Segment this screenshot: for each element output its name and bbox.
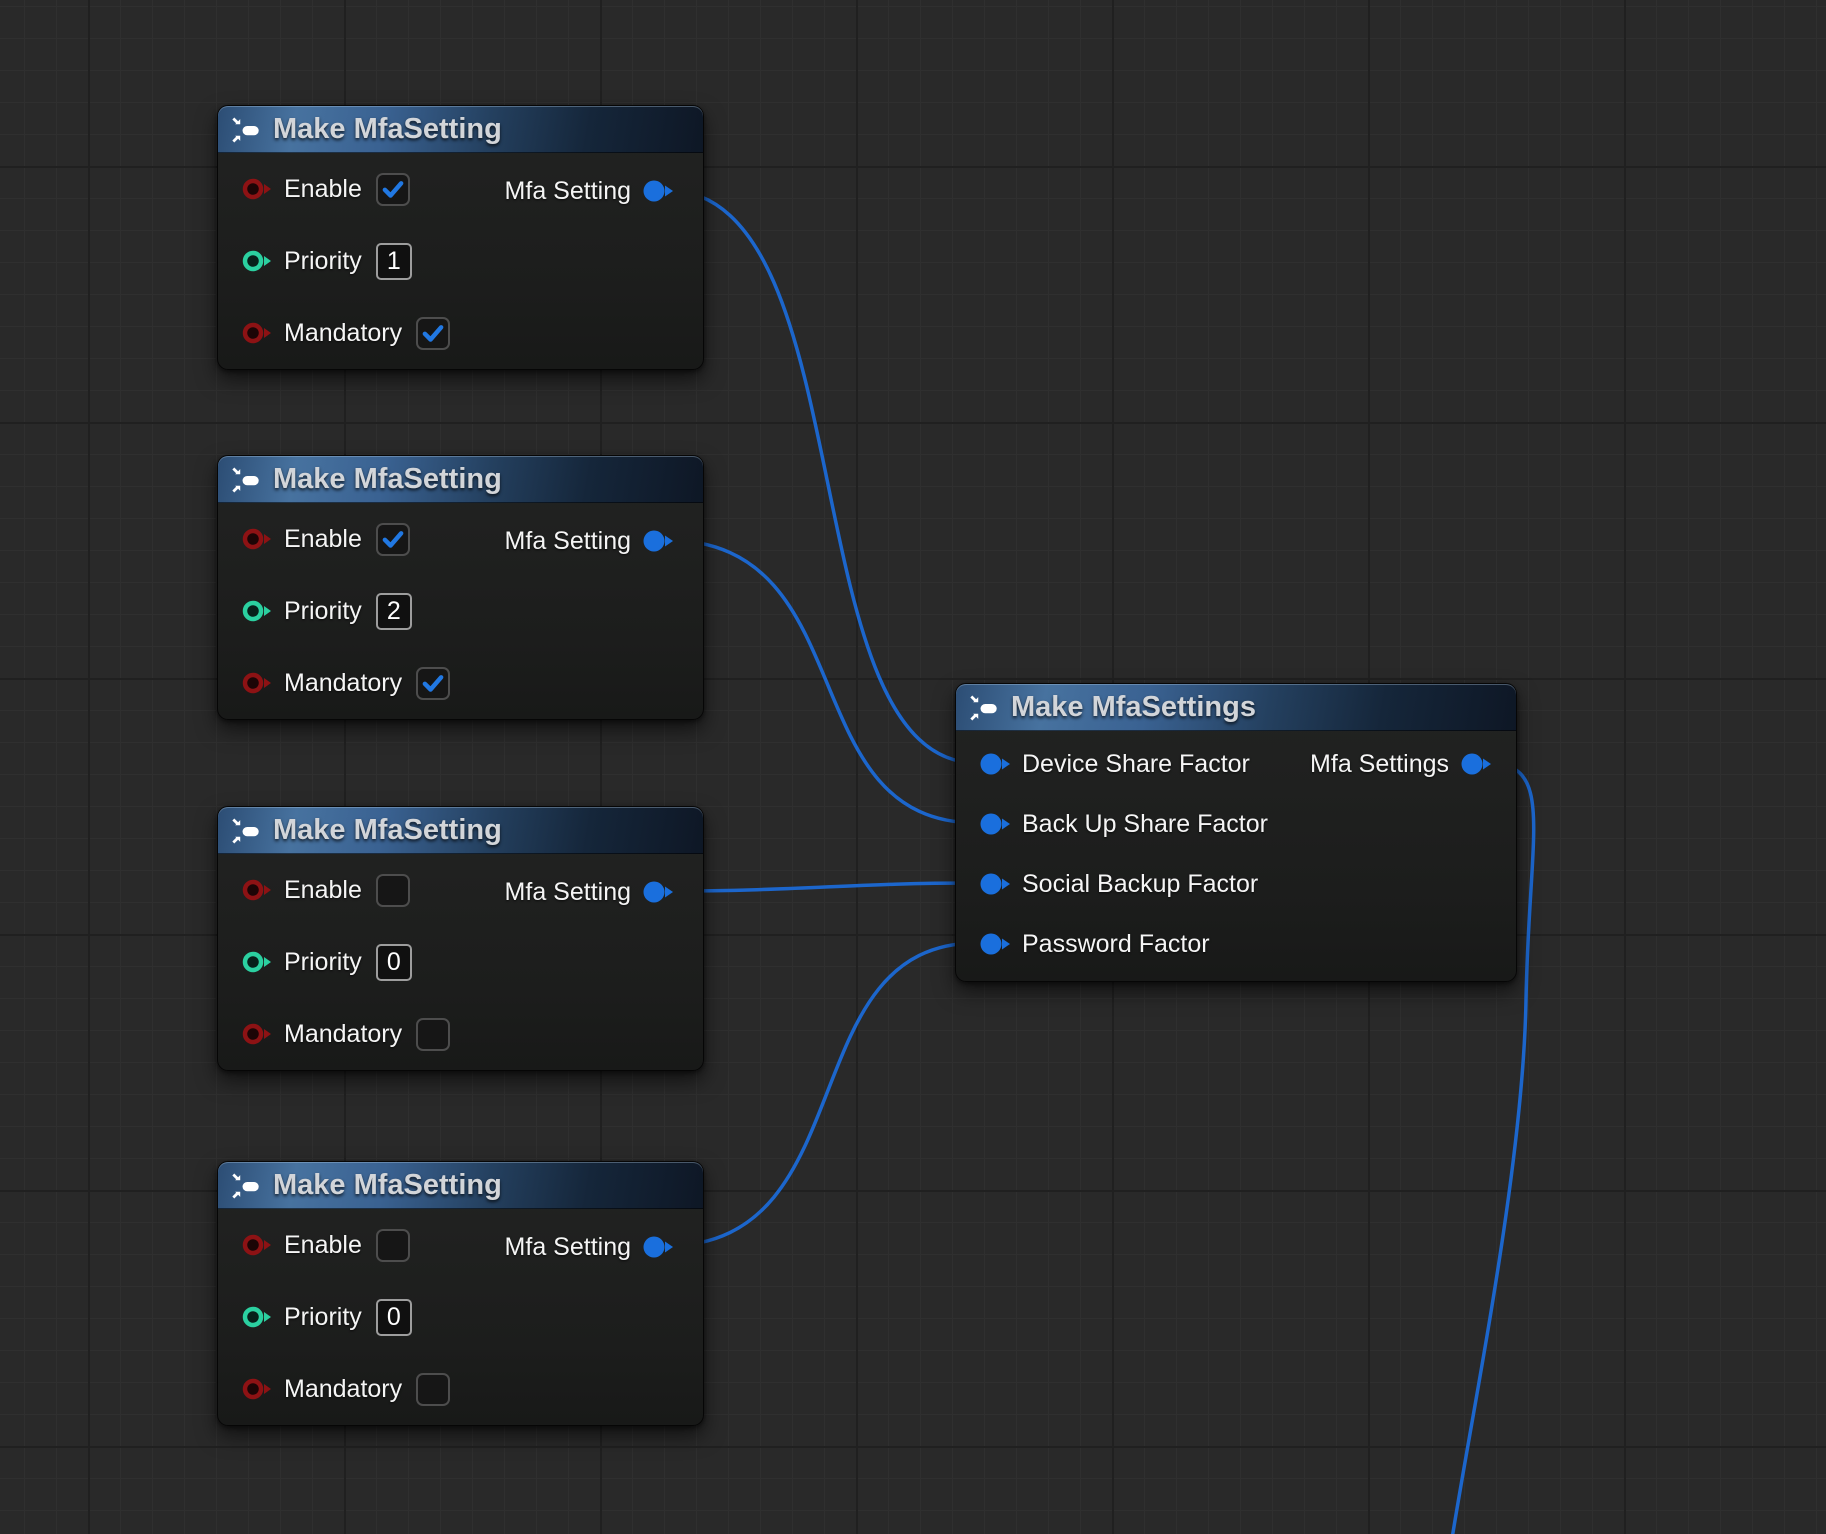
priority-value-input[interactable]: 0 <box>376 944 412 981</box>
bool-pin-icon[interactable] <box>242 1023 274 1045</box>
pin-label: Priority <box>284 1303 362 1332</box>
pin-row-mandatory: Mandatory <box>218 297 703 369</box>
pin-label: Enable <box>284 1231 362 1260</box>
node-title: Make MfaSetting <box>273 814 502 847</box>
bool-pin-icon[interactable] <box>242 178 274 200</box>
node-title: Make MfaSetting <box>273 1169 502 1202</box>
wire-mfasetting2-to-backup-share-factor[interactable] <box>666 540 977 823</box>
int-pin-icon[interactable] <box>242 951 274 973</box>
enable-checkbox[interactable] <box>376 523 410 556</box>
pin-row-social-backup-factor: Social Backup Factor <box>956 854 1516 914</box>
pin-row-priority: Priority 1 <box>218 225 703 297</box>
struct-pin-icon-connected[interactable] <box>643 881 675 903</box>
bool-pin-icon[interactable] <box>242 672 274 694</box>
pin-label: Priority <box>284 597 362 626</box>
priority-value-input[interactable]: 0 <box>376 1299 412 1336</box>
pin-label: Mandatory <box>284 669 402 698</box>
pin-row-mfa-settings-out: Mfa Settings <box>1310 734 1516 794</box>
node-header[interactable]: Make MfaSetting <box>218 1162 703 1209</box>
make-struct-icon <box>231 816 261 846</box>
pin-label: Mandatory <box>284 1375 402 1404</box>
struct-pin-icon-connected[interactable] <box>643 530 675 552</box>
enable-checkbox[interactable] <box>376 173 410 206</box>
pin-row-mfa-setting-out: Mfa Setting <box>505 155 703 227</box>
pin-label: Mfa Settings <box>1310 750 1449 779</box>
node-make-mfa-settings[interactable]: Make MfaSettings Device Share Factor Bac… <box>955 683 1517 982</box>
pin-row-back-up-share-factor: Back Up Share Factor <box>956 794 1516 854</box>
node-make-mfa-setting-3[interactable]: Make MfaSetting Enable Priority 0 <box>217 806 704 1071</box>
struct-pin-icon-connected[interactable] <box>643 1236 675 1258</box>
bool-pin-icon[interactable] <box>242 879 274 901</box>
pin-row-priority: Priority 0 <box>218 926 703 998</box>
wire-mfasetting4-to-password-factor[interactable] <box>666 943 977 1246</box>
node-make-mfa-setting-4[interactable]: Make MfaSetting Enable Priority 0 <box>217 1161 704 1426</box>
struct-pin-icon-connected[interactable] <box>1461 753 1493 775</box>
node-title: Make MfaSetting <box>273 463 502 496</box>
pin-label: Enable <box>284 175 362 204</box>
pin-row-priority: Priority 0 <box>218 1281 703 1353</box>
check-icon <box>380 526 406 552</box>
enable-checkbox[interactable] <box>376 1229 410 1262</box>
pin-row-mandatory: Mandatory <box>218 647 703 719</box>
pin-label: Mandatory <box>284 1020 402 1049</box>
mandatory-checkbox[interactable] <box>416 317 450 350</box>
pin-row-mfa-setting-out: Mfa Setting <box>505 505 703 577</box>
check-icon <box>420 670 446 696</box>
pin-label: Password Factor <box>1022 930 1210 959</box>
pin-label: Mandatory <box>284 319 402 348</box>
struct-pin-icon-connected[interactable] <box>980 873 1012 895</box>
pin-label: Priority <box>284 247 362 276</box>
pin-row-priority: Priority 2 <box>218 575 703 647</box>
wire-mfasetting1-to-device-share-factor[interactable] <box>666 190 977 763</box>
make-struct-icon <box>231 1171 261 1201</box>
struct-pin-icon-connected[interactable] <box>643 180 675 202</box>
wire-mfasetting3-to-social-backup-factor[interactable] <box>666 883 977 891</box>
struct-pin-icon-connected[interactable] <box>980 753 1012 775</box>
bool-pin-icon[interactable] <box>242 1378 274 1400</box>
bool-pin-icon[interactable] <box>242 528 274 550</box>
make-struct-icon <box>231 465 261 495</box>
pin-label: Priority <box>284 948 362 977</box>
pin-row-mandatory: Mandatory <box>218 1353 703 1425</box>
node-header[interactable]: Make MfaSetting <box>218 807 703 854</box>
node-make-mfa-setting-1[interactable]: Make MfaSetting Enable Priority 1 <box>217 105 704 370</box>
mandatory-checkbox[interactable] <box>416 1018 450 1051</box>
node-header[interactable]: Make MfaSettings <box>956 684 1516 731</box>
pin-label: Enable <box>284 876 362 905</box>
node-make-mfa-setting-2[interactable]: Make MfaSetting Enable Priority 2 <box>217 455 704 720</box>
pin-row-password-factor: Password Factor <box>956 914 1516 974</box>
pin-label: Mfa Setting <box>505 1233 631 1262</box>
pin-row-mfa-setting-out: Mfa Setting <box>505 856 703 928</box>
check-icon <box>420 320 446 346</box>
pin-label: Device Share Factor <box>1022 750 1250 779</box>
int-pin-icon[interactable] <box>242 250 274 272</box>
pin-label: Mfa Setting <box>505 527 631 556</box>
bool-pin-icon[interactable] <box>242 1234 274 1256</box>
mandatory-checkbox[interactable] <box>416 667 450 700</box>
pin-row-mfa-setting-out: Mfa Setting <box>505 1211 703 1283</box>
node-title: Make MfaSetting <box>273 113 502 146</box>
pin-label: Enable <box>284 525 362 554</box>
priority-value-input[interactable]: 1 <box>376 243 412 280</box>
node-header[interactable]: Make MfaSetting <box>218 456 703 503</box>
struct-pin-icon-connected[interactable] <box>980 813 1012 835</box>
int-pin-icon[interactable] <box>242 600 274 622</box>
mandatory-checkbox[interactable] <box>416 1373 450 1406</box>
check-icon <box>380 176 406 202</box>
enable-checkbox[interactable] <box>376 874 410 907</box>
blueprint-graph-canvas[interactable]: Make MfaSetting Enable Priority 1 <box>0 0 1826 1534</box>
pin-label: Back Up Share Factor <box>1022 810 1268 839</box>
struct-pin-icon-connected[interactable] <box>980 933 1012 955</box>
node-header[interactable]: Make MfaSetting <box>218 106 703 153</box>
node-title: Make MfaSettings <box>1011 691 1256 724</box>
pin-label: Mfa Setting <box>505 177 631 206</box>
bool-pin-icon[interactable] <box>242 322 274 344</box>
pin-row-mandatory: Mandatory <box>218 998 703 1070</box>
priority-value-input[interactable]: 2 <box>376 593 412 630</box>
make-struct-icon <box>969 693 999 723</box>
pin-label: Social Backup Factor <box>1022 870 1258 899</box>
int-pin-icon[interactable] <box>242 1306 274 1328</box>
pin-label: Mfa Setting <box>505 878 631 907</box>
make-struct-icon <box>231 115 261 145</box>
